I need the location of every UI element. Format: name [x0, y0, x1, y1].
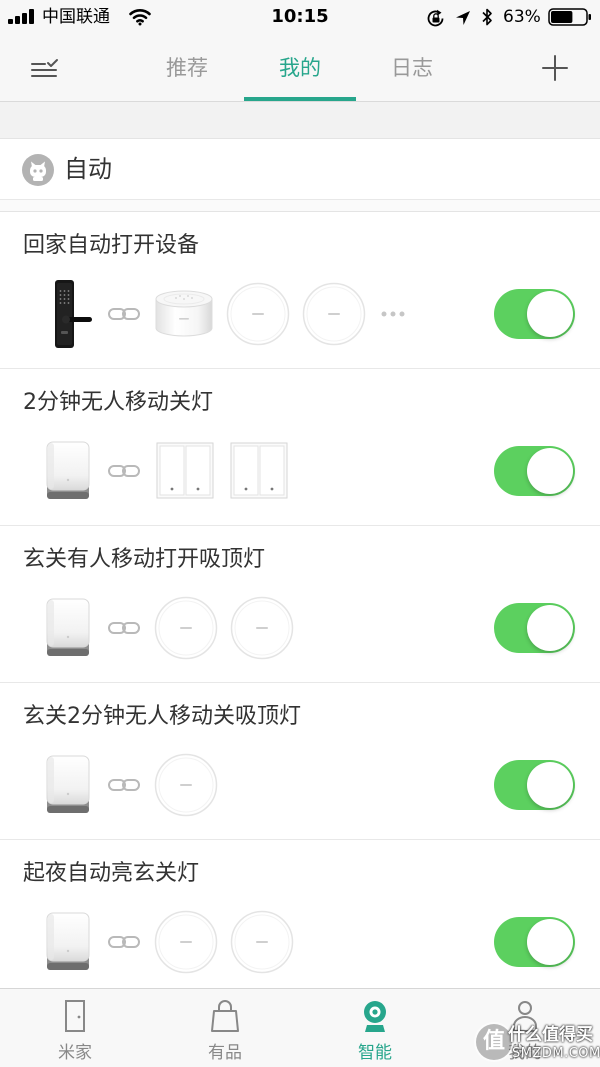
door-lock-icon — [42, 279, 94, 349]
signal-icon — [8, 9, 34, 24]
tabbar-item-smart[interactable]: 智能 — [300, 989, 450, 1067]
automation-toggle[interactable] — [494, 603, 575, 653]
menu-check-icon[interactable] — [30, 58, 60, 80]
bag-icon — [211, 1000, 239, 1032]
ceiling-light-icon — [230, 593, 294, 663]
ceiling-light-icon — [226, 279, 290, 349]
automation-toggle[interactable] — [494, 446, 575, 496]
tabbar-item-profile[interactable]: 我的 — [450, 989, 600, 1067]
person-icon — [513, 1001, 537, 1032]
toggle-knob — [527, 919, 573, 965]
automation-item[interactable]: 起夜自动亮玄关灯 — [0, 840, 600, 988]
tabbar-label: 米家 — [58, 1043, 92, 1063]
ceiling-light-icon — [302, 279, 366, 349]
clock-time: 10:15 — [271, 6, 329, 27]
robot-icon — [22, 154, 54, 186]
link-icon — [106, 750, 142, 820]
wifi-icon — [129, 9, 151, 26]
motion-sensor-icon — [42, 750, 94, 820]
automation-list-view[interactable]: 自动 回家自动打开设备 2分钟无人移动关灯玄关有人移动打开吸顶灯玄关2分钟无人移动… — [0, 102, 600, 988]
automation-title: 玄关2分钟无人移动关吸顶灯 — [23, 704, 301, 729]
motion-sensor-icon — [42, 907, 94, 977]
wall-switch-icon — [154, 436, 216, 506]
ceiling-light-icon — [230, 907, 294, 977]
device-row — [42, 436, 290, 506]
gateway-icon — [154, 279, 214, 349]
automation-toggle[interactable] — [494, 760, 575, 810]
automation-toggle[interactable] — [494, 289, 575, 339]
device-row — [42, 907, 294, 977]
tabbar-item-youpin[interactable]: 有品 — [150, 989, 300, 1067]
automation-list: 回家自动打开设备 2分钟无人移动关灯玄关有人移动打开吸顶灯玄关2分钟无人移动关吸顶… — [0, 212, 600, 988]
more-dots-icon — [378, 279, 408, 349]
device-row — [42, 279, 408, 349]
tabbar-item-mijia[interactable]: 米家 — [0, 989, 150, 1067]
automation-item[interactable]: 2分钟无人移动关灯 — [0, 369, 600, 526]
toggle-knob — [527, 448, 573, 494]
rotation-lock-icon — [427, 9, 444, 27]
section-divider — [0, 200, 600, 212]
active-tab-indicator — [244, 97, 356, 101]
link-icon — [106, 436, 142, 506]
toggle-knob — [527, 762, 573, 808]
automation-title: 玄关有人移动打开吸顶灯 — [23, 547, 266, 572]
location-icon — [456, 11, 470, 25]
link-icon — [106, 907, 142, 977]
bottom-tab-bar: 米家 有品 智能 我的 — [0, 988, 600, 1067]
toggle-knob — [527, 605, 573, 651]
ceiling-light-icon — [154, 593, 218, 663]
toggle-knob — [527, 291, 573, 337]
tabbar-label: 有品 — [208, 1043, 242, 1063]
automation-title: 起夜自动亮玄关灯 — [23, 861, 200, 886]
motion-sensor-icon — [42, 593, 94, 663]
section-header: 自动 — [0, 139, 600, 200]
tabbar-label: 智能 — [358, 1043, 392, 1063]
automation-item[interactable]: 回家自动打开设备 — [0, 212, 600, 369]
automation-item[interactable]: 玄关有人移动打开吸顶灯 — [0, 526, 600, 683]
automation-toggle[interactable] — [494, 917, 575, 967]
door-icon — [65, 1000, 85, 1032]
tab-recommend[interactable]: 推荐 — [142, 53, 232, 83]
automation-title: 2分钟无人移动关灯 — [23, 390, 213, 415]
carrier-name: 中国联通 — [42, 7, 110, 27]
tabbar-label: 我的 — [508, 1043, 542, 1063]
motion-sensor-icon — [42, 436, 94, 506]
automation-item[interactable]: 玄关2分钟无人移动关吸顶灯 — [0, 683, 600, 840]
battery-percent: 63% — [503, 7, 541, 27]
ceiling-light-icon — [154, 907, 218, 977]
automation-title: 回家自动打开设备 — [23, 233, 200, 258]
link-icon — [106, 279, 142, 349]
tab-log[interactable]: 日志 — [367, 53, 457, 83]
section-title: 自动 — [64, 155, 112, 183]
smart-camera-icon — [364, 1001, 386, 1032]
device-row — [42, 593, 294, 663]
top-nav: 推荐 我的 日志 — [0, 40, 600, 102]
plus-icon[interactable] — [541, 54, 569, 82]
bluetooth-icon — [482, 8, 492, 26]
battery-icon — [548, 8, 591, 26]
link-icon — [106, 593, 142, 663]
wall-switch-icon — [228, 436, 290, 506]
device-row — [42, 750, 218, 820]
tab-mine[interactable]: 我的 — [255, 53, 345, 83]
ceiling-light-icon — [154, 750, 218, 820]
top-spacer — [0, 102, 600, 139]
status-bar: 中国联通 10:15 63% — [0, 0, 600, 40]
